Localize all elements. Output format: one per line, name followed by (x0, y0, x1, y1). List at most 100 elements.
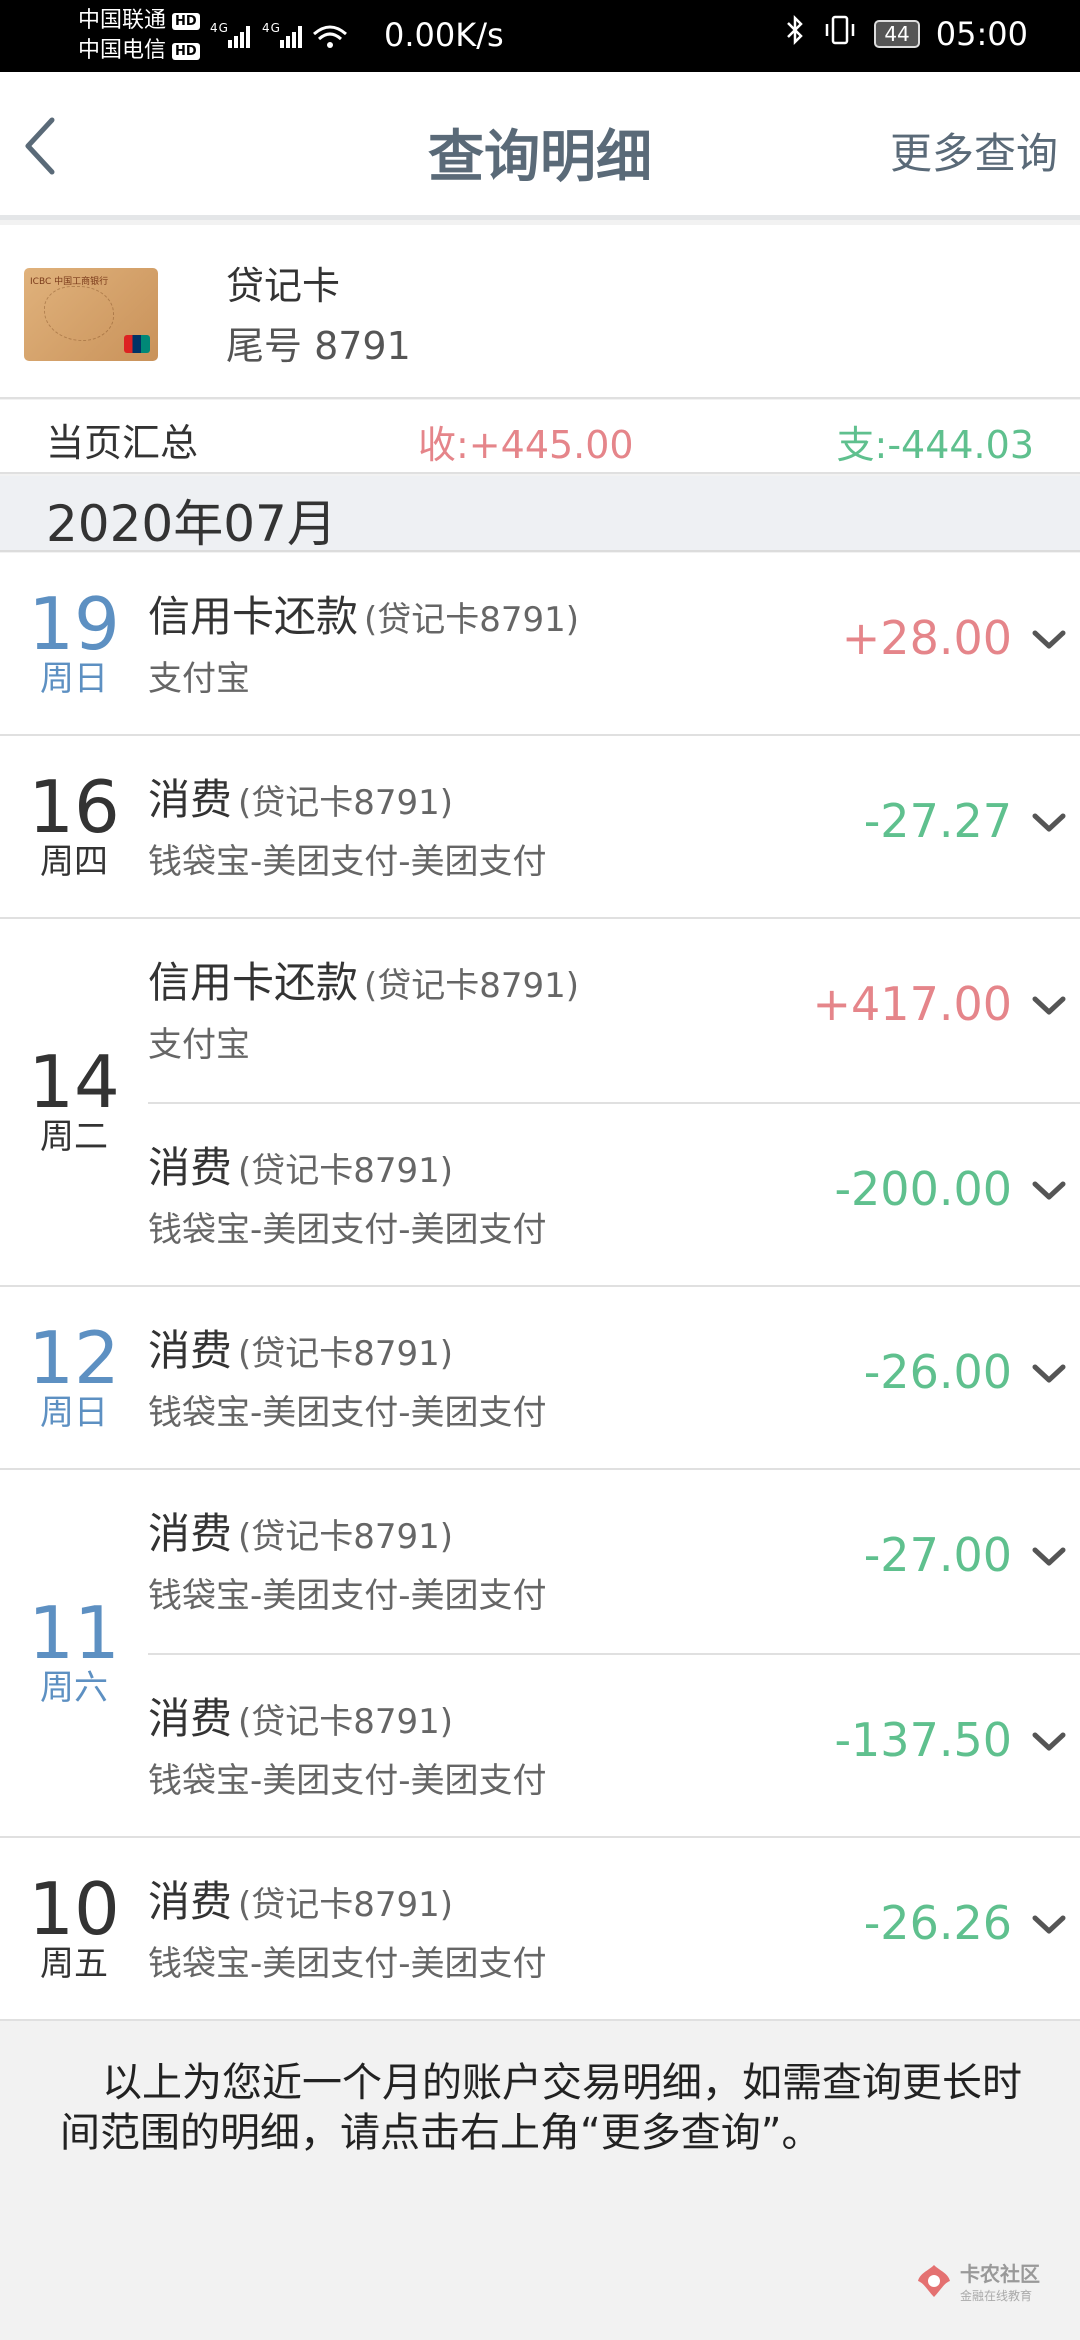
chevron-down-icon[interactable] (1032, 1180, 1066, 1202)
date-group: 10 周五 消费 (贷记卡8791) 钱袋宝-美团支付-美团支付 -26.26 (0, 1838, 1080, 2021)
carrier-2: 中国电信 (78, 38, 167, 63)
date-label: 12 周日 (0, 1319, 148, 1433)
chevron-down-icon[interactable] (1032, 1914, 1066, 1936)
chevron-down-icon[interactable] (1032, 812, 1066, 834)
date-label: 10 周五 (0, 1870, 148, 1984)
svg-text:4G: 4G (210, 21, 229, 35)
status-bar: 中国联通 HD 中国电信 HD 4G 4G 0.00K/s 44 05:00 (0, 0, 1080, 72)
transaction-type: 消费 (148, 1143, 233, 1192)
date-weekday: 周五 (40, 1943, 108, 1984)
clock: 05:00 (935, 14, 1028, 53)
date-group: 19 周日 信用卡还款 (贷记卡8791) 支付宝 +28.00 (0, 553, 1080, 736)
date-label: 14 周二 (0, 1043, 148, 1157)
transaction-channel: 支付宝 (148, 659, 250, 699)
date-day: 12 (28, 1315, 120, 1400)
transaction-list: 19 周日 信用卡还款 (贷记卡8791) 支付宝 +28.00 16 周四 消费 (贷记卡879… (0, 553, 1080, 2021)
summary-income: 收:+445.00 (418, 423, 634, 467)
chevron-down-icon[interactable] (1032, 995, 1066, 1017)
watermark-subtitle: 金融在线教育 (960, 2289, 1033, 2303)
chevron-down-icon[interactable] (1032, 1731, 1066, 1753)
transaction-row[interactable]: 消费 (贷记卡8791) 钱袋宝-美团支付-美团支付 -26.00 (148, 1287, 1080, 1470)
transaction-title: 消费 (贷记卡8791) (148, 1317, 453, 1378)
date-group: 14 周二 信用卡还款 (贷记卡8791) 支付宝 +417.00 消费 (贷记卡8791) 钱… (0, 919, 1080, 1287)
transaction-amount: -27.00 (863, 1528, 1012, 1582)
transaction-type: 消费 (148, 1694, 233, 1743)
date-label: 16 周四 (0, 768, 148, 882)
transaction-title: 消费 (贷记卡8791) (148, 1500, 453, 1561)
date-weekday: 周四 (40, 841, 108, 882)
date-label: 19 周日 (0, 585, 148, 699)
svg-text:4G: 4G (262, 21, 281, 35)
transaction-row[interactable]: 消费 (贷记卡8791) 钱袋宝-美团支付-美团支付 -26.26 (148, 1838, 1080, 2021)
transaction-amount: +417.00 (812, 977, 1013, 1031)
transaction-account: (贷记卡8791) (364, 966, 580, 1006)
transaction-amount: -26.00 (863, 1345, 1012, 1399)
transaction-channel: 钱袋宝-美团支付-美团支付 (148, 1393, 547, 1433)
footer-note: 以上为您近一个月的账户交易明细，如需查询更长时间范围的明细，请点击右上角“更多查… (60, 2060, 1022, 2156)
transaction-amount: -200.00 (834, 1162, 1012, 1216)
transaction-channel: 支付宝 (148, 1025, 250, 1065)
transaction-channel: 钱袋宝-美团支付-美团支付 (148, 842, 547, 882)
transaction-amount: -26.26 (863, 1896, 1012, 1950)
date-weekday: 周日 (40, 1392, 108, 1433)
nav-bar: 查询明细 更多查询 (0, 72, 1080, 220)
transaction-amount: +28.00 (841, 611, 1012, 665)
transaction-type: 消费 (148, 1326, 233, 1375)
summary-label: 当页汇总 (46, 421, 199, 465)
watermark: 卡农社区 金融在线教育 (914, 2258, 1040, 2304)
transaction-row[interactable]: 消费 (贷记卡8791) 钱袋宝-美团支付-美团支付 -137.50 (148, 1653, 1080, 1836)
unionpay-logo (124, 335, 150, 353)
chevron-down-icon[interactable] (1032, 629, 1066, 651)
bank-card-image: ICBC 中国工商银行 (24, 268, 158, 361)
transaction-account: (贷记卡8791) (238, 783, 454, 823)
summary-expense: 支:-444.03 (836, 423, 1034, 467)
hd-badge: HD (172, 12, 200, 30)
date-day: 11 (28, 1591, 120, 1675)
carrier-info: 中国联通 HD 中国电信 HD (78, 6, 200, 66)
chevron-down-icon[interactable] (1032, 1363, 1066, 1385)
transaction-row[interactable]: 消费 (贷记卡8791) 钱袋宝-美团支付-美团支付 -27.00 (148, 1470, 1080, 1653)
net-speed: 0.00K/s (384, 16, 504, 54)
date-weekday: 周二 (40, 1117, 108, 1157)
transaction-row[interactable]: 消费 (贷记卡8791) 钱袋宝-美团支付-美团支付 -27.27 (148, 736, 1080, 919)
transaction-type: 消费 (148, 1509, 233, 1558)
transaction-row[interactable]: 信用卡还款 (贷记卡8791) 支付宝 +417.00 (148, 919, 1080, 1102)
transaction-type: 消费 (148, 1877, 233, 1926)
transaction-account: (贷记卡8791) (238, 1151, 454, 1191)
date-day: 14 (28, 1040, 120, 1124)
page-summary: 当页汇总 收:+445.00 支:-444.03 (0, 400, 1080, 474)
hd-badge: HD (172, 42, 200, 60)
kanong-logo-icon (918, 2265, 950, 2297)
card-info: ICBC 中国工商银行 贷记卡 尾号 8791 (0, 225, 1080, 399)
transaction-title: 消费 (贷记卡8791) (148, 766, 453, 827)
bluetooth-icon (784, 14, 806, 53)
date-weekday: 周日 (40, 658, 108, 699)
transaction-channel: 钱袋宝-美团支付-美团支付 (148, 1576, 547, 1616)
transaction-amount: -27.27 (863, 794, 1012, 848)
transaction-title: 信用卡还款 (贷记卡8791) (148, 583, 579, 644)
date-weekday: 周六 (40, 1668, 108, 1708)
signal-icon: 4G 4G (210, 18, 370, 60)
date-day: 16 (28, 764, 120, 849)
transaction-channel: 钱袋宝-美团支付-美团支付 (148, 1944, 547, 1984)
date-day: 10 (28, 1866, 120, 1951)
transaction-account: (贷记卡8791) (238, 1702, 454, 1742)
date-group: 12 周日 消费 (贷记卡8791) 钱袋宝-美团支付-美团支付 -26.00 (0, 1287, 1080, 1470)
transaction-channel: 钱袋宝-美团支付-美团支付 (148, 1761, 547, 1801)
transaction-type: 信用卡还款 (148, 958, 359, 1007)
transaction-type: 信用卡还款 (148, 592, 359, 641)
transaction-account: (贷记卡8791) (238, 1517, 454, 1557)
card-type: 贷记卡 (226, 264, 341, 308)
chevron-down-icon[interactable] (1032, 1546, 1066, 1568)
date-label: 11 周六 (0, 1594, 148, 1708)
date-group: 16 周四 消费 (贷记卡8791) 钱袋宝-美团支付-美团支付 -27.27 (0, 736, 1080, 919)
more-query-button[interactable]: 更多查询 (890, 120, 1058, 181)
transaction-title: 信用卡还款 (贷记卡8791) (148, 949, 579, 1010)
date-group: 11 周六 消费 (贷记卡8791) 钱袋宝-美团支付-美团支付 -27.00 消费 (贷记卡… (0, 1470, 1080, 1838)
month-header: 2020年07月 (0, 476, 1080, 553)
transaction-row[interactable]: 信用卡还款 (贷记卡8791) 支付宝 +28.00 (148, 553, 1080, 736)
transaction-account: (贷记卡8791) (238, 1334, 454, 1374)
transaction-row[interactable]: 消费 (贷记卡8791) 钱袋宝-美团支付-美团支付 -200.00 (148, 1102, 1080, 1285)
transaction-title: 消费 (贷记卡8791) (148, 1685, 453, 1746)
watermark-title: 卡农社区 (960, 2262, 1040, 2286)
